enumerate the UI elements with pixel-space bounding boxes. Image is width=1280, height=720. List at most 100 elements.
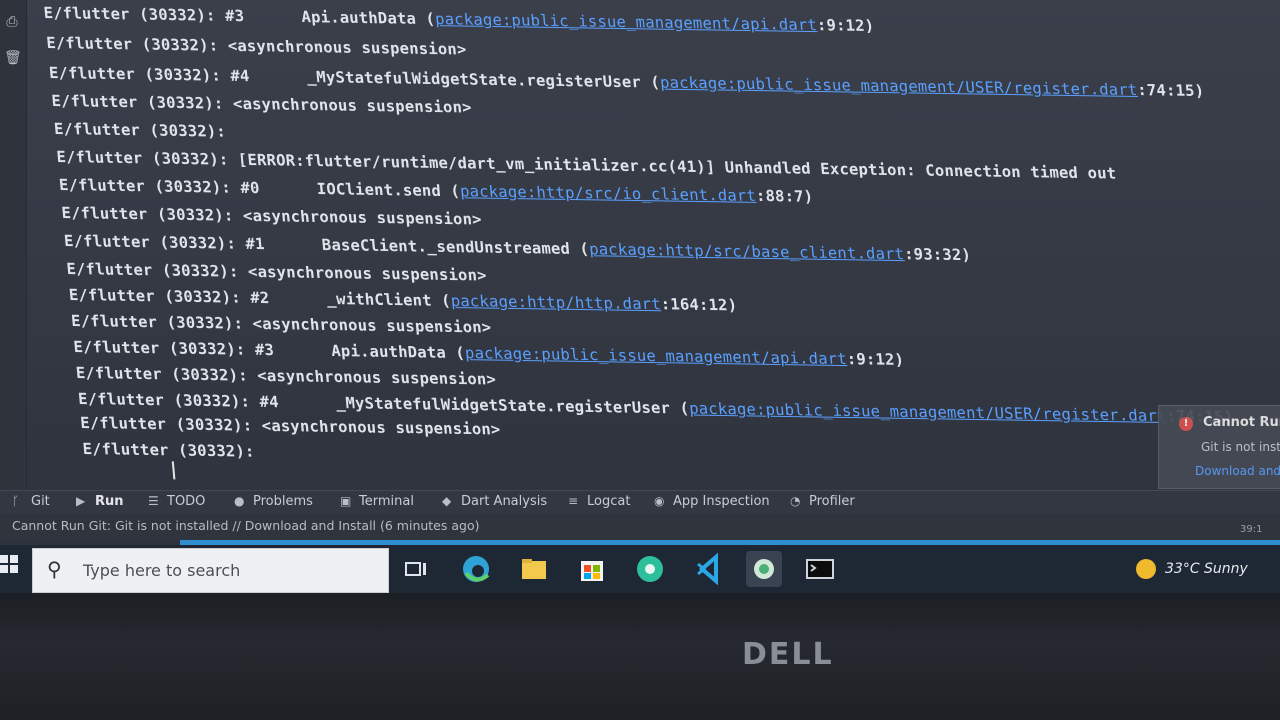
cursor-position[interactable]: 39:1	[1240, 524, 1262, 535]
laptop-bezel: DELL	[0, 593, 1280, 720]
log-text: E/flutter (30332): #0 IOClient.send (	[58, 175, 461, 201]
android-studio-icon[interactable]	[746, 551, 782, 587]
log-location: :9:12)	[816, 16, 876, 36]
edge-icon[interactable]	[458, 551, 494, 587]
log-text: E/flutter (30332): <asynchronous suspens…	[79, 413, 502, 439]
log-line: E/flutter (30332): #0 IOClient.send (pac…	[58, 176, 814, 206]
log-location: :88:7)	[755, 186, 815, 206]
log-line: E/flutter (30332): <asynchronous suspens…	[80, 414, 502, 439]
source-link[interactable]: package:http/src/io_client.dart	[459, 182, 757, 205]
log-text: E/flutter (30332):	[81, 439, 256, 461]
log-text: E/flutter (30332): #2 _withClient (	[68, 285, 452, 310]
tool-window-bar: ᚴ Git ▶ Run ☰ TODO ● Problems ▣ Terminal ◆ Dar…	[0, 490, 1280, 515]
tab-label: Logcat	[587, 494, 631, 509]
cmd-icon[interactable]	[802, 551, 838, 587]
log-location: :74:15)	[1136, 81, 1206, 101]
task-view-icon[interactable]	[398, 551, 434, 587]
tab-todo[interactable]: ☰ TODO	[148, 494, 205, 509]
log-line: E/flutter (30332):	[53, 120, 226, 141]
tab-label: Terminal	[359, 494, 414, 509]
profiler-icon: ◔	[790, 494, 801, 508]
tab-label: Git	[31, 494, 50, 509]
search-placeholder: Type here to search	[83, 561, 241, 580]
tab-terminal[interactable]: ▣ Terminal	[340, 494, 414, 509]
console-output: E/flutter (30332): #3 Api.authData (pack…	[42, 0, 1274, 480]
tab-dart-analysis[interactable]: ◆ Dart Analysis	[442, 494, 547, 509]
tab-run[interactable]: ▶ Run	[76, 494, 124, 509]
vscode-icon[interactable]	[690, 551, 726, 587]
status-bar: Cannot Run Git: Git is not installed // …	[0, 514, 1280, 540]
problems-icon: ●	[234, 494, 245, 508]
windows-start-icon[interactable]	[0, 555, 20, 581]
source-link[interactable]: package:http/http.dart	[450, 292, 662, 313]
tab-label: App Inspection	[673, 494, 770, 509]
file-explorer-icon[interactable]	[516, 551, 552, 587]
console-gutter: ⎙ 🗑	[0, 0, 27, 490]
print-icon[interactable]: ⎙	[4, 14, 20, 30]
log-line: E/flutter (30332): <asynchronous suspens…	[51, 92, 473, 117]
notification-balloon[interactable]: ! Cannot Run Git is not insta Download a…	[1158, 405, 1280, 489]
log-line: E/flutter (30332): <asynchronous suspens…	[75, 364, 497, 389]
source-link[interactable]: package:public_issue_management/USER/reg…	[688, 400, 1167, 425]
log-text: E/flutter (30332): <asynchronous suspens…	[50, 91, 473, 117]
log-text: E/flutter (30332): #4 _MyStatefulWidgetS…	[77, 389, 690, 418]
logcat-icon: ≡	[568, 494, 579, 508]
ide-window: ⎙ 🗑 E/flutter (30332): #3 Api.authData (…	[0, 0, 1280, 545]
search-icon: ⚲	[47, 557, 62, 581]
log-text: E/flutter (30332): <asynchronous suspens…	[70, 311, 493, 337]
tab-git[interactable]: ᚴ Git	[12, 494, 50, 509]
trash-icon[interactable]: 🗑	[4, 50, 22, 66]
source-link[interactable]: package:public_issue_management/USER/reg…	[659, 74, 1138, 99]
tab-logcat[interactable]: ≡ Logcat	[568, 494, 630, 509]
log-line: E/flutter (30332): <asynchronous suspens…	[46, 34, 468, 59]
tab-label: Problems	[253, 494, 313, 509]
git-icon: ᚴ	[12, 494, 20, 508]
log-line: E/flutter (30332): <asynchronous suspens…	[70, 312, 492, 337]
log-line: E/flutter (30332): #3 Api.authData (pack…	[73, 338, 905, 369]
log-line: E/flutter (30332): #2 _withClient (packa…	[68, 286, 738, 314]
log-line: E/flutter (30332): #1 BaseClient._sendUn…	[63, 232, 972, 264]
tab-label: Profiler	[809, 494, 855, 509]
source-link[interactable]: package:public_issue_management/api.dart	[464, 344, 847, 368]
error-icon: !	[1179, 417, 1193, 431]
log-text: E/flutter (30332): #1 BaseClient._sendUn…	[63, 231, 590, 259]
weather-widget[interactable]: 33°C Sunny	[1136, 559, 1248, 579]
tab-app-inspection[interactable]: ◉ App Inspection	[654, 494, 770, 509]
text-caret	[171, 461, 176, 480]
windows-taskbar: ⚲ Type here to search 33°C Sunny	[0, 545, 1280, 593]
store-icon[interactable]	[574, 551, 610, 587]
log-line: E/flutter (30332): <asynchronous suspens…	[61, 204, 483, 229]
dell-logo: DELL	[742, 637, 834, 672]
tab-problems[interactable]: ● Problems	[234, 494, 313, 509]
notification-title: Cannot Run	[1203, 415, 1280, 430]
log-text: E/flutter (30332):	[53, 119, 227, 141]
notification-action-link[interactable]: Download and	[1195, 464, 1280, 478]
log-line: E/flutter (30332): <asynchronous suspens…	[66, 260, 488, 285]
log-location: :93:32)	[903, 245, 972, 265]
tab-profiler[interactable]: ◔ Profiler	[790, 494, 855, 509]
log-line: E/flutter (30332): #3 Api.authData (pack…	[43, 4, 875, 35]
log-text: E/flutter (30332): #3 Api.authData (	[72, 337, 466, 363]
log-location: :9:12)	[846, 350, 905, 369]
tab-label: Run	[95, 494, 124, 509]
source-link[interactable]: package:public_issue_management/api.dart	[434, 10, 817, 34]
todo-icon: ☰	[148, 494, 159, 508]
log-location: :164:12)	[659, 295, 738, 315]
app-inspection-icon: ◉	[654, 494, 665, 508]
log-text: E/flutter (30332): <asynchronous suspens…	[65, 259, 488, 285]
dart-analysis-icon: ◆	[442, 494, 452, 508]
chrome-icon[interactable]	[632, 551, 668, 587]
weather-text: 33°C Sunny	[1165, 561, 1248, 577]
taskbar-search-box[interactable]: ⚲ Type here to search	[32, 548, 389, 593]
source-link[interactable]: package:http/src/base_client.dart	[588, 240, 905, 263]
run-icon: ▶	[76, 494, 86, 508]
status-message[interactable]: Cannot Run Git: Git is not installed // …	[12, 518, 479, 533]
log-text: E/flutter (30332): #3 Api.authData (	[42, 3, 436, 29]
log-line: E/flutter (30332):	[82, 440, 255, 461]
log-text: E/flutter (30332): #4 _MyStatefulWidgetS…	[48, 63, 661, 92]
tab-label: TODO	[167, 494, 206, 509]
log-text: E/flutter (30332): <asynchronous suspens…	[45, 33, 468, 59]
log-line: E/flutter (30332): [ERROR:flutter/runtim…	[56, 148, 1117, 183]
notification-body: Git is not insta	[1201, 440, 1280, 454]
log-text: E/flutter (30332): <asynchronous suspens…	[60, 203, 483, 229]
